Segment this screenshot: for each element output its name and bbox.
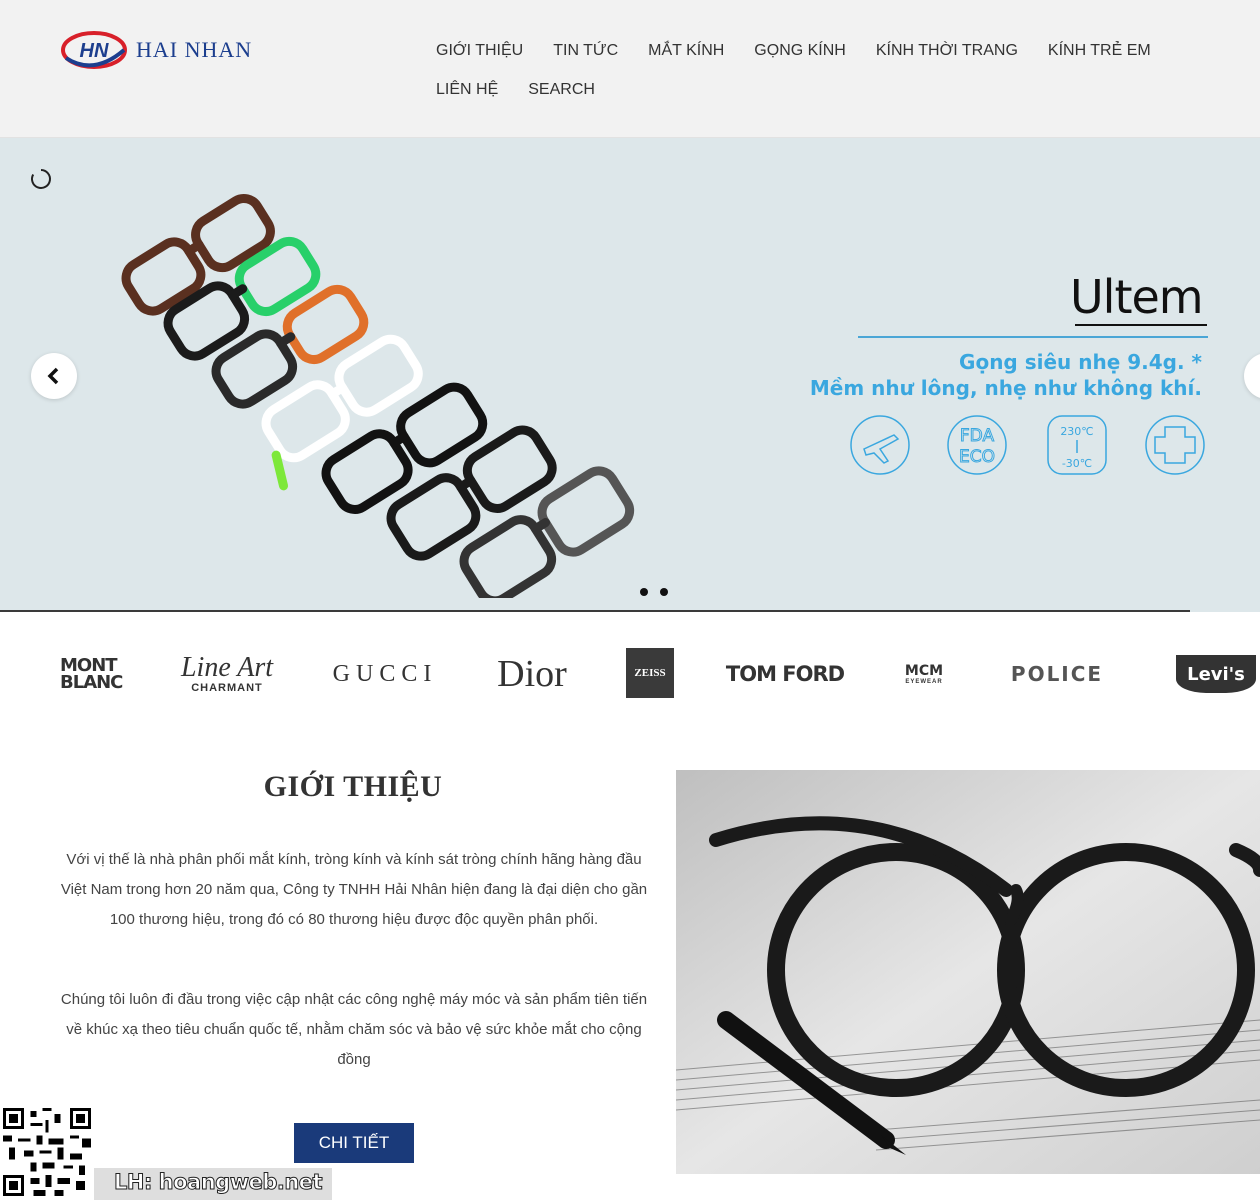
brand-levis-logo[interactable]: Levi's — [1176, 655, 1256, 693]
nav-search[interactable]: SEARCH — [528, 79, 595, 118]
loading-spinner-icon — [31, 169, 51, 189]
feature-fda-text: FDA — [960, 426, 995, 446]
intro-title: GIỚI THIỆU — [263, 770, 443, 803]
logo-mark-text: HN — [80, 40, 109, 62]
hero-slider: Ultem Gọng siêu nhẹ 9.4g. * Mềm như lông… — [0, 138, 1260, 612]
medical-cross-icon — [1145, 415, 1205, 475]
feature-temp-low-text: -30℃ — [1062, 457, 1092, 470]
slide-tagline-1: Gọng siêu nhẹ 9.4g. * — [959, 350, 1202, 374]
feature-eco-text: ECO — [959, 447, 995, 467]
montblanc-text-2: BLANC — [60, 672, 123, 693]
intro-paragraph-2: Chúng tôi luôn đi đầu trong việc cập nhậ… — [60, 991, 648, 1068]
eyeglasses-product-image — [121, 193, 635, 598]
slide-tagline-2: Mềm như lông, nhẹ như không khí. — [809, 376, 1202, 400]
lineart-text: Line Art — [180, 652, 274, 683]
logo-text: HAI NHAN — [136, 37, 253, 62]
brand-montblanc-logo[interactable]: MONT BLANC — [60, 648, 136, 700]
temperature-icon: 230℃ -30℃ — [1047, 415, 1107, 475]
slide-divider — [858, 336, 1208, 338]
main-nav: GIỚI THIỆU TIN TỨC MẮT KÍNH GỌNG KÍNH KÍ… — [436, 40, 1216, 118]
slider-prev-button[interactable] — [31, 353, 77, 399]
airplane-icon — [850, 415, 910, 475]
charmant-text: CHARMANT — [191, 682, 263, 694]
brand-tomford-logo[interactable]: TOM FORD — [726, 648, 845, 700]
brand-gucci-logo[interactable]: GUCCI — [328, 648, 442, 700]
brand-mcm-logo[interactable]: MCM EYEWEAR — [900, 648, 948, 700]
slider-dot-2[interactable] — [660, 588, 668, 596]
slide-title-underline — [1075, 324, 1207, 326]
nav-lien-he[interactable]: LIÊN HỆ — [436, 79, 498, 118]
nav-tin-tuc[interactable]: TIN TỨC — [553, 40, 618, 79]
fda-eco-icon: FDA ECO — [947, 415, 1007, 475]
nav-kinh-thoi-trang[interactable]: KÍNH THỜI TRANG — [876, 40, 1018, 79]
detail-button[interactable]: CHI TIẾT — [294, 1123, 414, 1163]
brand-lineart-charmant-logo[interactable]: Line Art CHARMANT — [172, 648, 282, 700]
qr-code-icon — [3, 1108, 91, 1196]
slider-next-button[interactable] — [1244, 353, 1260, 399]
brand-zeiss-logo[interactable]: ZEISS — [626, 648, 674, 698]
intro-glasses-photo — [676, 770, 1260, 1174]
mcm-sub-text: EYEWEAR — [905, 679, 943, 685]
nav-kinh-tre-em[interactable]: KÍNH TRẺ EM — [1048, 40, 1151, 79]
intro-paragraph-1: Với vị thế là nhà phân phối mắt kính, tr… — [60, 851, 648, 928]
site-logo[interactable]: HN HAI NHAN — [60, 28, 252, 72]
brand-police-logo[interactable]: POLICE — [1002, 648, 1112, 700]
glasses-on-sheet-music-image — [676, 770, 1260, 1174]
hai-nhan-logo-icon: HN — [61, 31, 127, 69]
brand-logos-strip: MONT BLANC Line Art CHARMANT GUCCI Dior … — [0, 612, 1260, 736]
slider-dots — [640, 588, 668, 596]
slide-title: Ultem — [1070, 270, 1204, 324]
brand-dior-logo[interactable]: Dior — [494, 648, 570, 700]
watermark-text: LH: hoangweb.net — [113, 1170, 323, 1195]
feature-temp-high-text: 230℃ — [1060, 425, 1093, 438]
nav-gioi-thieu[interactable]: GIỚI THIỆU — [436, 40, 523, 79]
nav-mat-kinh[interactable]: MẮT KÍNH — [648, 40, 724, 79]
site-header: HN HAI NHAN GIỚI THIỆU TIN TỨC MẮT KÍNH … — [0, 0, 1260, 138]
nav-gong-kinh[interactable]: GỌNG KÍNH — [754, 40, 846, 79]
slider-dot-1[interactable] — [640, 588, 648, 596]
feature-icons-row: FDA ECO 230℃ -30℃ — [850, 415, 1205, 475]
mcm-text: MCM — [904, 663, 944, 679]
chevron-left-icon — [47, 367, 59, 385]
